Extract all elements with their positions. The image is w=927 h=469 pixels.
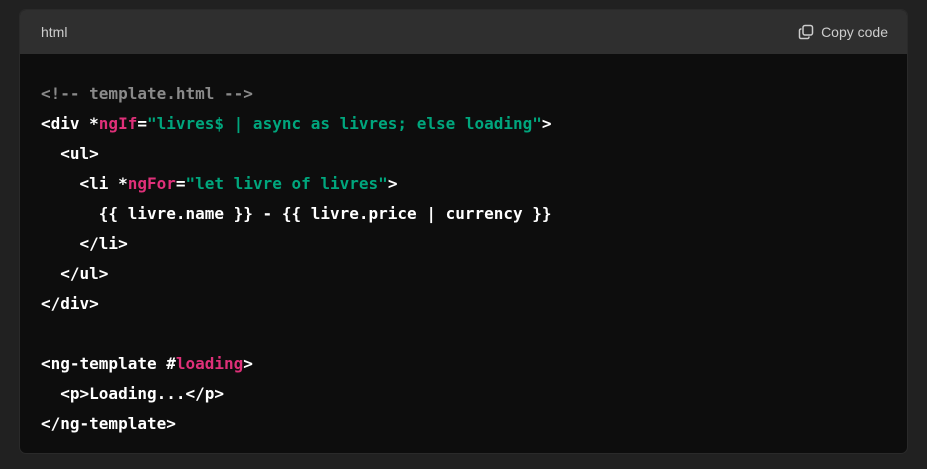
- code-token: <li *: [41, 174, 128, 193]
- code-token: =: [175, 174, 186, 193]
- code-token: ngIf: [98, 114, 138, 133]
- code-token: >: [387, 174, 398, 193]
- code-token: ngFor: [127, 174, 176, 193]
- code-token: </ul>: [41, 264, 109, 283]
- copy-code-button[interactable]: Copy code: [798, 24, 888, 40]
- code-line: <div *ngIf="livres$ | async as livres; e…: [41, 109, 886, 139]
- code-block: html Copy code <!-- template.html --> <di…: [19, 9, 908, 454]
- code-line: <p>Loading...</p>: [41, 379, 886, 409]
- code-token: {{ livre.name }} - {{ livre.price | curr…: [41, 204, 552, 223]
- code-line: </ng-template>: [41, 409, 886, 439]
- code-token: </div>: [41, 294, 99, 313]
- code-line: <li *ngFor="let livre of livres">: [41, 169, 886, 199]
- code-line: </li>: [41, 229, 886, 259]
- code-token: <div *: [41, 114, 99, 133]
- code-token: </li>: [41, 234, 128, 253]
- code-token: >: [541, 114, 552, 133]
- code-token: loading: [175, 354, 244, 373]
- code-token: <ng-template #: [41, 354, 176, 373]
- code-line: <ng-template #loading>: [41, 349, 886, 379]
- code-token: >: [243, 354, 253, 373]
- code-line: <ul>: [41, 139, 886, 169]
- code-content: <!-- template.html --> <div *ngIf="livres…: [20, 54, 907, 439]
- code-token: <!-- template.html -->: [41, 84, 253, 103]
- code-line: </div>: [41, 289, 886, 319]
- code-token: <p>Loading...</p>: [41, 384, 225, 403]
- code-block-header: html Copy code: [20, 10, 907, 54]
- code-line: </ul>: [41, 259, 886, 289]
- code-line: {{ livre.name }} - {{ livre.price | curr…: [41, 199, 886, 229]
- code-token: =: [137, 114, 147, 133]
- code-line: <!-- template.html -->: [41, 79, 886, 109]
- code-token: <ul>: [41, 144, 99, 163]
- code-token: "let livre of livres": [185, 174, 388, 193]
- code-token: </ng-template>: [41, 414, 176, 433]
- code-language-label: html: [41, 24, 68, 40]
- code-token: "livres$ | async as livres; else loading…: [146, 114, 542, 133]
- copy-code-label: Copy code: [821, 24, 888, 40]
- copy-icon: [798, 24, 814, 40]
